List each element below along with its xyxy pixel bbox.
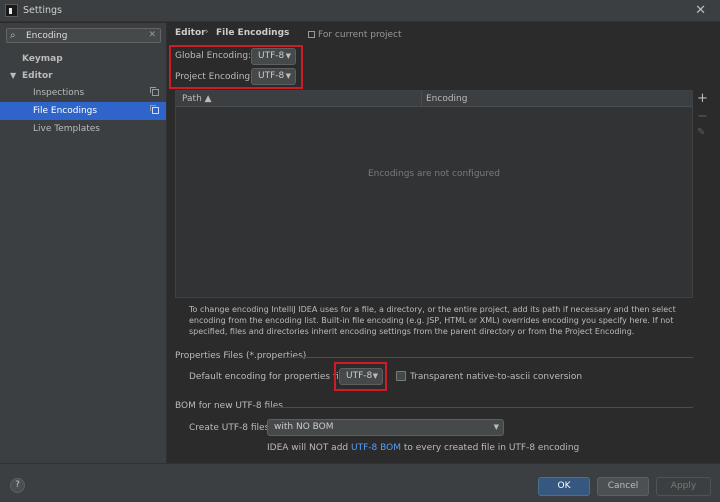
- scope-text: For current project: [318, 30, 402, 40]
- encoding-help-text: To change encoding IntelliJ IDEA uses fo…: [189, 305, 676, 336]
- remove-icon: −: [697, 109, 708, 124]
- bom-section-title: BOM for new UTF-8 files: [175, 401, 283, 411]
- intellij-app-icon: [5, 4, 18, 17]
- native-to-ascii-checkbox[interactable]: [396, 371, 406, 381]
- section-divider: [268, 407, 693, 408]
- search-icon: ⌕: [10, 30, 16, 41]
- properties-encoding-select[interactable]: UTF-8 ▼: [339, 368, 383, 385]
- sidebar-item-label: Live Templates: [33, 124, 100, 134]
- page-title: File Encodings: [216, 28, 290, 38]
- properties-encoding-value: UTF-8: [346, 371, 373, 381]
- bom-select-value: with NO BOM: [274, 422, 334, 432]
- settings-sidebar: ⌕ ✕ Keymap ▼ Editor Inspections File Enc…: [0, 23, 167, 463]
- sort-ascending-icon: ▲: [204, 94, 212, 104]
- sidebar-item-label: Editor: [22, 71, 53, 81]
- clear-search-icon[interactable]: ✕: [148, 30, 156, 40]
- project-encoding-label: Project Encoding:: [175, 72, 254, 82]
- sidebar-item-label: Inspections: [33, 88, 85, 98]
- scope-label: For current project: [308, 30, 402, 40]
- window-title: Settings: [23, 5, 62, 16]
- encodings-table[interactable]: Path ▲ Encoding Encodings are not config…: [175, 90, 693, 298]
- sidebar-item-live-templates[interactable]: Live Templates: [0, 120, 166, 138]
- apply-button: Apply: [656, 477, 711, 496]
- breadcrumb-chevron-icon: ›: [205, 27, 209, 37]
- dialog-footer: ? OK Cancel Apply: [0, 463, 720, 502]
- project-scope-icon: [150, 105, 159, 114]
- sidebar-item-inspections[interactable]: Inspections: [0, 84, 166, 102]
- add-icon[interactable]: +: [697, 91, 708, 106]
- sidebar-item-editor[interactable]: ▼ Editor: [0, 67, 166, 85]
- ok-button[interactable]: OK: [538, 477, 590, 496]
- bom-note: IDEA will NOT add UTF-8 BOM to every cre…: [267, 443, 579, 453]
- column-header-encoding[interactable]: Encoding: [426, 94, 467, 104]
- search-input[interactable]: [26, 30, 144, 41]
- close-icon[interactable]: ✕: [695, 3, 706, 18]
- global-encoding-select[interactable]: UTF-8 ▼: [251, 48, 296, 65]
- cancel-button[interactable]: Cancel: [597, 477, 649, 496]
- column-divider[interactable]: [421, 91, 422, 107]
- breadcrumb-editor[interactable]: Editor: [175, 28, 206, 38]
- column-path-label: Path: [182, 94, 202, 104]
- project-scope-icon: [150, 87, 159, 96]
- bom-note-prefix: IDEA will NOT add: [267, 443, 349, 453]
- global-encoding-label: Global Encoding:: [175, 51, 252, 61]
- title-bar: Settings ✕: [0, 0, 720, 22]
- sidebar-item-keymap[interactable]: Keymap: [0, 50, 166, 68]
- sidebar-item-label: Keymap: [22, 54, 63, 64]
- column-header-path[interactable]: Path ▲: [182, 94, 212, 104]
- section-divider: [285, 357, 693, 358]
- utf8-bom-link[interactable]: UTF-8 BOM: [351, 443, 401, 453]
- native-to-ascii-label[interactable]: Transparent native-to-ascii conversion: [410, 372, 582, 382]
- dropdown-arrow-icon: ▼: [372, 372, 378, 380]
- project-encoding-value: UTF-8: [258, 71, 285, 81]
- bom-note-suffix: to every created file in UTF-8 encoding: [403, 443, 580, 453]
- help-button[interactable]: ?: [10, 478, 25, 493]
- dropdown-arrow-icon: ▼: [285, 72, 291, 80]
- edit-pencil-icon: ✎: [697, 127, 706, 138]
- dropdown-arrow-icon: ▼: [493, 423, 499, 431]
- dropdown-arrow-icon: ▼: [285, 52, 291, 60]
- project-scope-icon: [308, 31, 315, 38]
- properties-section-title: Properties Files (*.properties): [175, 351, 307, 361]
- search-box[interactable]: ⌕ ✕: [6, 28, 161, 43]
- create-utf8-label: Create UTF-8 files:: [189, 423, 273, 433]
- global-encoding-value: UTF-8: [258, 51, 285, 61]
- sidebar-item-file-encodings[interactable]: File Encodings: [0, 102, 166, 120]
- expand-arrow-icon[interactable]: ▼: [10, 67, 16, 85]
- table-header: Path ▲ Encoding: [176, 91, 692, 107]
- properties-encoding-label: Default encoding for properties files:: [189, 372, 355, 382]
- bom-select[interactable]: with NO BOM ▼: [267, 419, 504, 436]
- sidebar-item-label: File Encodings: [33, 106, 98, 116]
- project-encoding-select[interactable]: UTF-8 ▼: [251, 68, 296, 85]
- empty-table-text: Encodings are not configured: [367, 169, 501, 179]
